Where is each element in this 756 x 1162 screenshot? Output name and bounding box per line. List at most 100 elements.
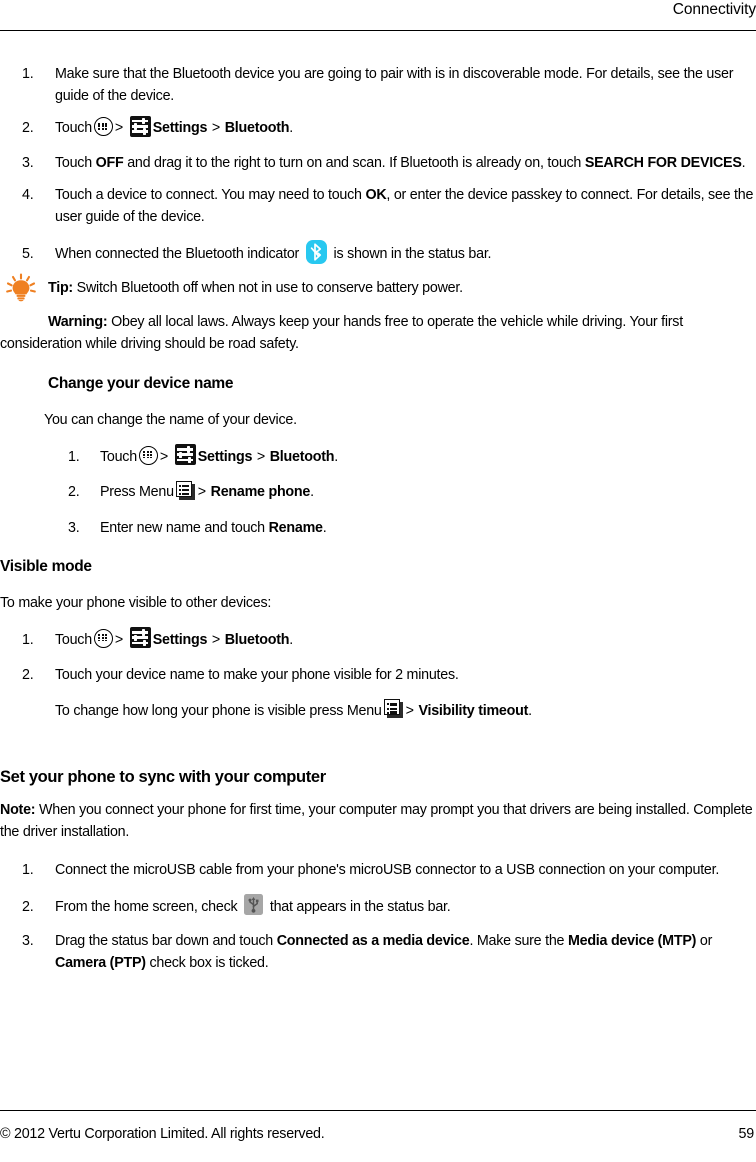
list-item-text-pre: From the home screen, check (55, 898, 238, 915)
touch-label: Touch (55, 631, 92, 648)
bluetooth-status-icon (305, 240, 327, 265)
list-item-text-mid: and drag it to the right to turn on and … (123, 154, 585, 171)
rename-phone-label: Rename phone (210, 484, 311, 500)
footer-divider (0, 1110, 756, 1111)
visible-mode-note: To change how long your phone is visible… (0, 699, 756, 723)
list-item-text-pre: When connected the Bluetooth indicator (55, 246, 300, 262)
change-device-name-steps: 1. Touch > Settings > Bluetooth. 2. Pres… (0, 444, 756, 540)
list-item: 2. Touch your device name to make your p… (0, 665, 756, 687)
breadcrumb-separator: > (159, 448, 169, 465)
list-item-text-pre: Touch a device to connect. You may need … (55, 187, 366, 203)
list-item-text-post: check box is ticked. (145, 954, 269, 971)
camera-ptp-label: Camera (PTP) (55, 954, 146, 971)
period: . (322, 519, 327, 536)
breadcrumb-separator: > (211, 120, 220, 136)
warning-label: Warning: (48, 314, 108, 330)
header-divider (0, 30, 756, 31)
section-heading-change-device-name: Change your device name (48, 375, 234, 392)
list-item: 3. Touch OFF and drag it to the right to… (0, 153, 756, 175)
visibility-timeout-label: Visibility timeout (418, 702, 529, 719)
list-number: 3. (22, 933, 34, 949)
list-number: 4. (22, 187, 34, 203)
list-item-text-post: that appears in the status bar. (269, 898, 451, 915)
list-item: 3. Drag the status bar down and touch Co… (0, 931, 756, 974)
settings-tile-icon (129, 115, 151, 137)
rename-label: Rename (268, 519, 323, 536)
tip-label: Tip: (48, 279, 73, 296)
settings-tile-icon (174, 444, 196, 466)
list-item-text-mid: . Make sure the (469, 933, 568, 949)
change-device-name-intro: You can change the name of your device. (44, 412, 297, 428)
settings-label: Settings (152, 120, 208, 136)
page-header: Connectivity (0, 0, 756, 34)
list-item-text-pre: Enter new name and touch (100, 519, 269, 536)
period: . (289, 631, 293, 648)
list-item-text-pre: Drag the status bar down and touch (55, 933, 277, 949)
touch-label: Touch (55, 120, 92, 136)
list-number: 3. (22, 154, 34, 171)
list-number: 1. (22, 862, 34, 878)
connected-as-media-device-label: Connected as a media device (276, 933, 470, 949)
usb-status-icon (244, 894, 264, 916)
list-number: 2. (22, 667, 34, 683)
list-number: 2. (22, 898, 34, 915)
list-number: 1. (22, 66, 34, 82)
menu-list-icon (383, 699, 403, 719)
search-for-devices-label: SEARCH FOR DEVICES (584, 154, 742, 171)
page-content: 1. Make sure that the Bluetooth device y… (0, 64, 756, 974)
note-text: When you connect your phone for first ti… (0, 802, 753, 840)
period: . (310, 484, 314, 500)
document-page: Connectivity 1. Make sure that the Bluet… (0, 0, 756, 1162)
apps-grid-icon (138, 445, 158, 465)
list-item: 3. Enter new name and touch Rename. (0, 518, 756, 540)
breadcrumb-separator: > (211, 631, 220, 648)
breadcrumb-separator: > (114, 120, 124, 136)
bluetooth-pairing-steps: 1. Make sure that the Bluetooth device y… (0, 64, 756, 266)
tip-text: Switch Bluetooth off when not in use to … (72, 279, 463, 296)
press-menu-label: Press Menu (100, 484, 174, 500)
settings-label: Settings (152, 631, 208, 648)
settings-label: Settings (197, 448, 253, 465)
list-number: 2. (22, 120, 34, 136)
list-item: 1. Touch > Settings > Bluetooth. (0, 627, 756, 652)
period: . (741, 154, 746, 171)
list-item-text-mid2: or (696, 933, 713, 949)
breadcrumb-separator: > (114, 631, 124, 648)
period: . (289, 120, 293, 136)
list-number: 2. (68, 484, 80, 500)
list-item: 1. Touch > Settings > Bluetooth. (0, 444, 756, 469)
list-item-text: Touch your device name to make your phon… (55, 667, 459, 683)
breadcrumb-separator: > (256, 448, 265, 465)
period: . (528, 702, 532, 719)
list-item-text: Connect the microUSB cable from your pho… (55, 862, 720, 878)
list-item: 1. Connect the microUSB cable from your … (0, 860, 756, 882)
list-number: 1. (68, 448, 80, 465)
list-number: 1. (22, 631, 34, 648)
settings-tile-icon (129, 627, 151, 649)
menu-list-icon (175, 480, 195, 500)
note-text-pre: To change how long your phone is visible… (55, 702, 382, 719)
note-label: Note: (0, 802, 36, 818)
section-heading-sync: Set your phone to sync with your compute… (0, 768, 326, 786)
ok-label: OK (365, 187, 387, 203)
apps-grid-icon (93, 117, 113, 137)
list-item: 2. Touch > Settings > Bluetooth. (0, 115, 756, 140)
visible-mode-steps: 1. Touch > Settings > Bluetooth. 2. Touc… (0, 627, 756, 723)
bluetooth-label: Bluetooth (224, 120, 290, 136)
period: . (334, 448, 338, 465)
sync-note: Note: When you connect your phone for fi… (0, 800, 756, 843)
list-item: 5. When connected the Bluetooth indicato… (0, 240, 756, 266)
list-number: 3. (68, 519, 80, 536)
lightbulb-icon (2, 272, 40, 303)
off-label: OFF (95, 154, 124, 171)
media-device-mtp-label: Media device (MTP) (567, 933, 697, 949)
breadcrumb-separator: > (197, 484, 206, 500)
list-item: 4. Touch a device to connect. You may ne… (0, 185, 756, 228)
tip-callout: Tip: Switch Bluetooth off when not in us… (0, 272, 756, 301)
touch-label: Touch (100, 448, 137, 465)
list-item: 2. Press Menu > Rename phone. (0, 480, 756, 504)
breadcrumb-separator: > (405, 702, 414, 719)
list-item-text-post: is shown in the status bar. (333, 246, 492, 262)
apps-grid-icon (93, 628, 113, 648)
copyright-notice: © 2012 Vertu Corporation Limited. All ri… (0, 1126, 325, 1142)
